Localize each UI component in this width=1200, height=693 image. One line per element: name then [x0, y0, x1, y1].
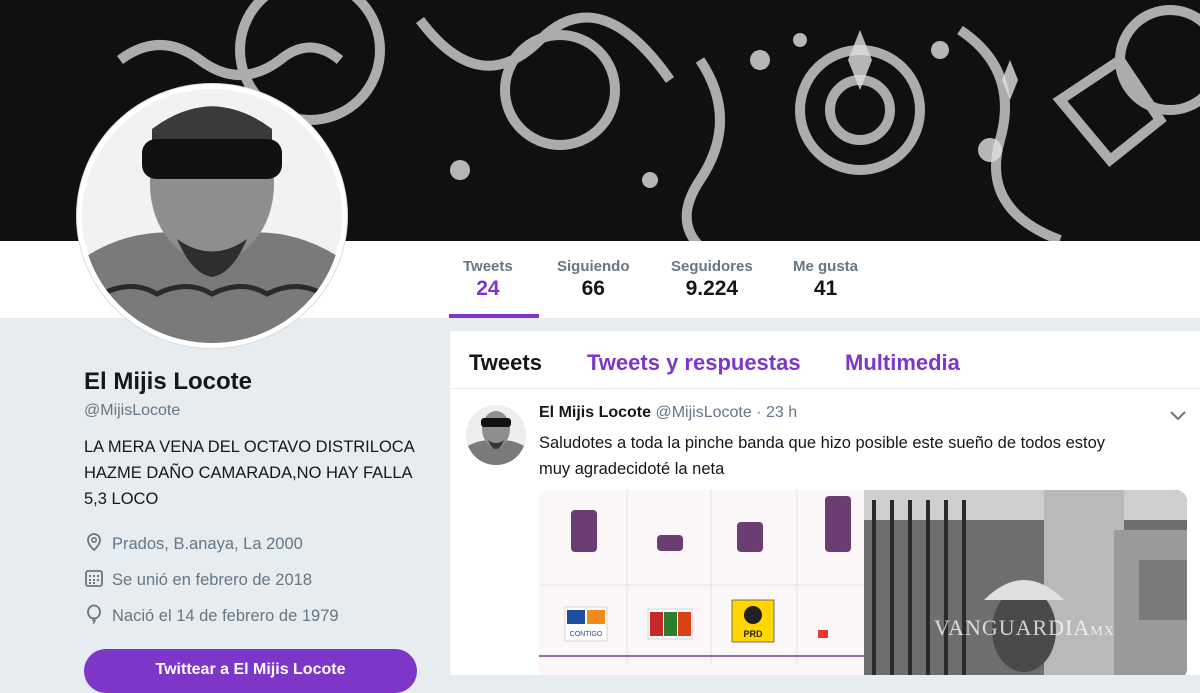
- location-text: Prados, B.anaya, La 2000: [112, 534, 303, 553]
- street-photo[interactable]: VANGUARDIAMX: [864, 490, 1187, 675]
- tweet-header: El Mijis Locote @MijisLocote · 23 h: [539, 404, 797, 422]
- tweet-avatar[interactable]: [466, 405, 526, 465]
- tab-tweets-and-replies[interactable]: Tweets y respuestas: [587, 350, 801, 376]
- stat-followers[interactable]: Seguidores 9.224: [671, 258, 753, 301]
- timeline-tabs: Tweets Tweets y respuestas Multimedia: [450, 331, 1200, 389]
- tab-media[interactable]: Multimedia: [845, 350, 960, 376]
- watermark: VANGUARDIAMX: [934, 615, 1115, 641]
- tweet-author-handle[interactable]: @MijisLocote: [655, 404, 751, 421]
- stat-label: Tweets: [463, 258, 513, 275]
- profile-info: El Mijis Locote @MijisLocote LA MERA VEN…: [84, 368, 434, 634]
- tweet-author-name[interactable]: El Mijis Locote: [539, 404, 651, 421]
- stat-label: Siguiendo: [557, 258, 630, 275]
- location-pin-icon: [84, 532, 112, 557]
- party-label-contigo: CONTIGO: [570, 631, 603, 638]
- stat-label: Me gusta: [793, 258, 859, 275]
- chevron-down-icon[interactable]: [1169, 409, 1187, 427]
- profile-birthday: Nació el 14 de febrero de 1979: [84, 598, 434, 634]
- tweet-item[interactable]: El Mijis Locote @MijisLocote · 23 h Salu…: [450, 390, 1200, 675]
- active-stat-underline: [449, 314, 539, 318]
- balloon-icon: [84, 604, 112, 629]
- timeline: Tweets Tweets y respuestas Multimedia El…: [450, 331, 1200, 675]
- watermark-text: VANGUARDIA: [934, 615, 1091, 640]
- stat-value: 66: [581, 277, 605, 300]
- watermark-suffix: MX: [1090, 624, 1115, 639]
- profile-location: Prados, B.anaya, La 2000: [84, 526, 434, 562]
- stat-tweets[interactable]: Tweets 24: [463, 258, 513, 301]
- birthday-text: Nació el 14 de febrero de 1979: [112, 606, 339, 625]
- stat-value: 41: [813, 277, 838, 300]
- profile-handle[interactable]: @MijisLocote: [84, 402, 434, 420]
- joined-text: Se unió en febrero de 2018: [112, 570, 312, 589]
- stat-value: 9.224: [685, 277, 739, 300]
- tweet-media[interactable]: CONTIGO PRD VANGUARDIAMX: [539, 490, 1187, 675]
- tweet-to-button[interactable]: Twittear a El Mijis Locote: [84, 649, 417, 693]
- stat-value: 24: [476, 277, 500, 300]
- profile-avatar[interactable]: [77, 84, 347, 348]
- tweet-timestamp[interactable]: · 23 h: [756, 404, 797, 421]
- tab-tweets[interactable]: Tweets: [469, 350, 542, 376]
- profile-meta: Prados, B.anaya, La 2000 Se unió en febr…: [84, 526, 434, 634]
- profile-name[interactable]: El Mijis Locote: [84, 368, 434, 396]
- stat-likes[interactable]: Me gusta 41: [793, 258, 858, 301]
- stat-label: Seguidores: [671, 258, 753, 275]
- party-label-prd: PRD: [743, 629, 763, 639]
- calendar-icon: [84, 568, 112, 593]
- stat-following[interactable]: Siguiendo 66: [557, 258, 630, 301]
- profile-joined: Se unió en febrero de 2018: [84, 562, 434, 598]
- profile-bio: LA MERA VENA DEL OCTAVO DISTRILOCA HAZME…: [84, 438, 414, 508]
- election-results-image[interactable]: CONTIGO PRD: [539, 490, 864, 675]
- tweet-text: Saludotes a toda la pinche banda que hiz…: [539, 434, 1106, 478]
